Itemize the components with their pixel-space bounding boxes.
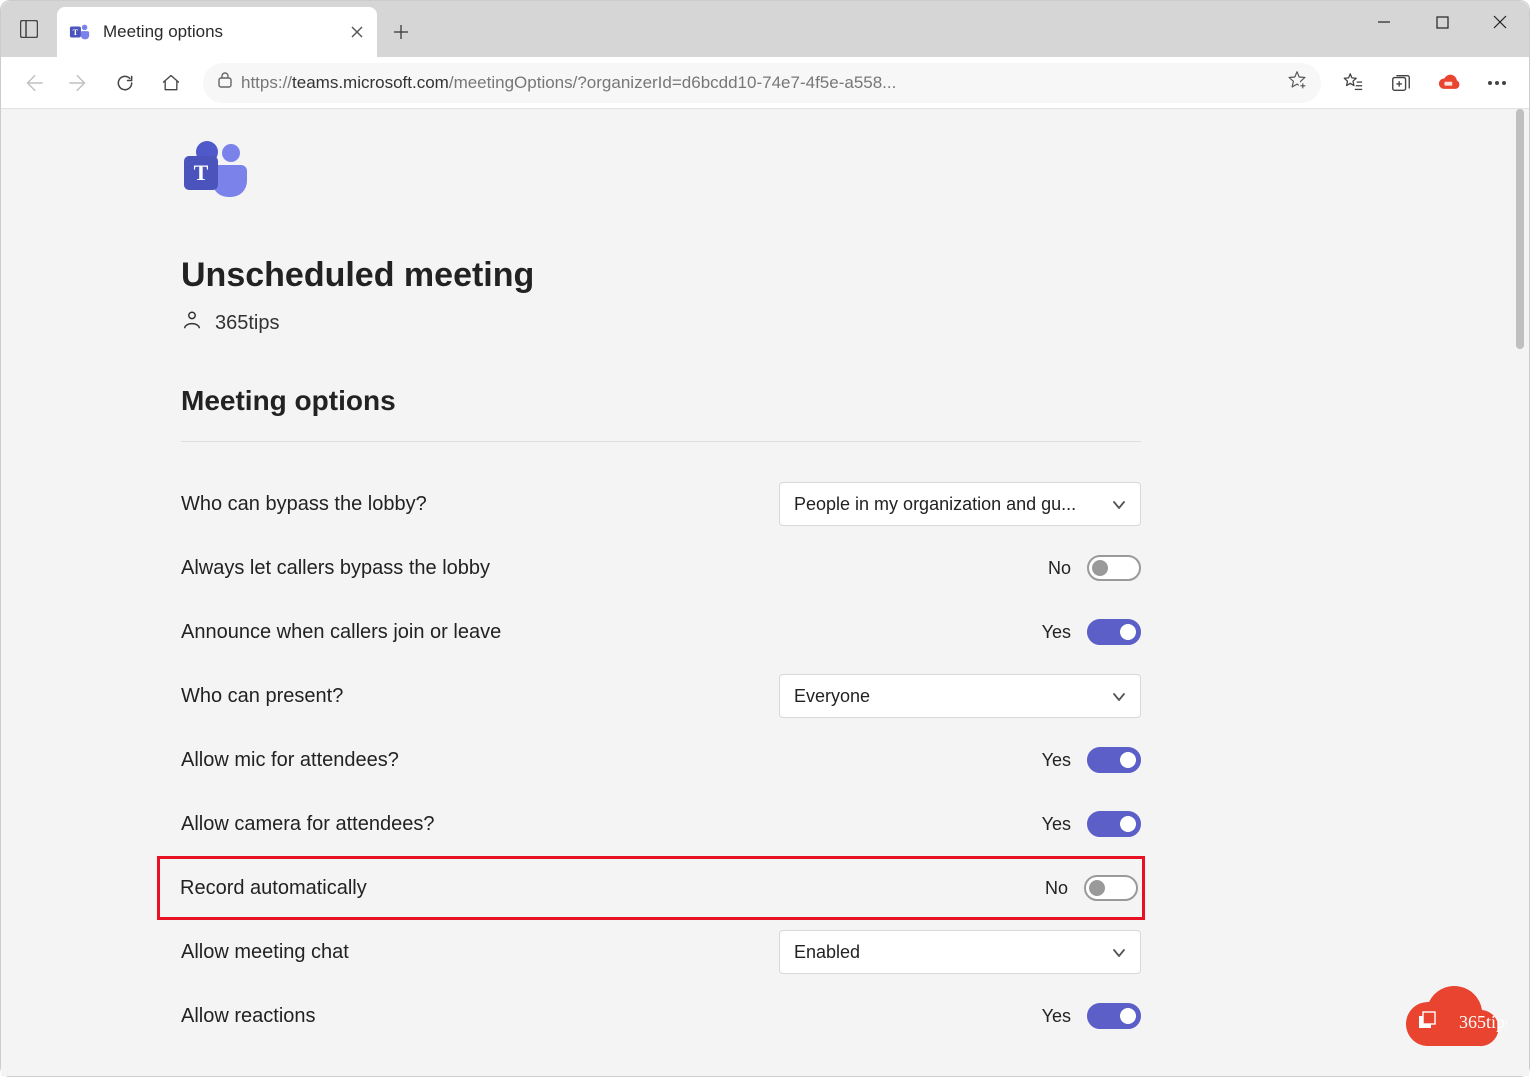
dropdown-meeting-chat[interactable]: Enabled [779, 930, 1141, 974]
close-icon [351, 26, 363, 38]
chevron-down-icon [1112, 494, 1126, 515]
cloud-365-icon [1436, 74, 1462, 92]
toggle-state-label: Yes [1042, 814, 1071, 835]
dropdown-value: People in my organization and gu... [794, 494, 1076, 515]
address-bar: https://teams.microsoft.com/meetingOptio… [1, 57, 1529, 109]
option-reactions: Allow reactions Yes [181, 984, 1141, 1048]
collections-button[interactable] [1379, 61, 1423, 105]
profile-365tips-button[interactable] [1427, 61, 1471, 105]
label-callers-bypass: Always let callers bypass the lobby [181, 557, 490, 580]
teams-favicon: T [69, 21, 91, 43]
organizer-name: 365tips [215, 312, 280, 335]
option-allow-mic: Allow mic for attendees? Yes [181, 728, 1141, 792]
meeting-title: Unscheduled meeting [181, 256, 1141, 295]
dropdown-who-present[interactable]: Everyone [779, 674, 1141, 718]
plus-icon [393, 24, 409, 40]
back-button[interactable] [11, 61, 55, 105]
section-title: Meeting options [181, 385, 1141, 417]
refresh-button[interactable] [103, 61, 147, 105]
label-allow-mic: Allow mic for attendees? [181, 749, 399, 772]
close-icon [1493, 15, 1507, 29]
option-record-automatically: Record automatically No [157, 856, 1145, 920]
star-plus-icon [1287, 70, 1307, 90]
toggle-state-label: Yes [1042, 622, 1071, 643]
toggle-state-label: No [1048, 558, 1071, 579]
toggle-callers-bypass[interactable] [1087, 555, 1141, 581]
window-controls [1355, 1, 1529, 43]
maximize-button[interactable] [1413, 1, 1471, 43]
dropdown-value: Everyone [794, 686, 870, 707]
svg-text:T: T [194, 160, 209, 185]
option-bypass-lobby: Who can bypass the lobby? People in my o… [181, 472, 1141, 536]
url-text: https://teams.microsoft.com/meetingOptio… [241, 73, 1279, 93]
toggle-record-auto[interactable] [1084, 875, 1138, 901]
arrow-right-icon [68, 72, 90, 94]
label-meeting-chat: Allow meeting chat [181, 941, 349, 964]
option-callers-bypass: Always let callers bypass the lobby No [181, 536, 1141, 600]
refresh-icon [115, 73, 135, 93]
organizer-row: 365tips [181, 309, 1141, 337]
favorite-button[interactable] [1287, 70, 1307, 95]
toggle-allow-camera[interactable] [1087, 811, 1141, 837]
arrow-left-icon [22, 72, 44, 94]
scrollbar-thumb[interactable] [1516, 109, 1524, 349]
toolbar-right [1331, 61, 1519, 105]
titlebar: T Meeting options [1, 1, 1529, 57]
chevron-down-icon [1112, 942, 1126, 963]
page-content: T Unscheduled meeting 365tips Meeting op… [1, 109, 1529, 1076]
new-tab-button[interactable] [377, 7, 425, 57]
url-box[interactable]: https://teams.microsoft.com/meetingOptio… [203, 63, 1321, 103]
option-announce: Announce when callers join or leave Yes [181, 600, 1141, 664]
tab-title: Meeting options [103, 22, 223, 42]
teams-logo: T [181, 139, 1141, 210]
label-record-auto: Record automatically [160, 877, 367, 900]
minimize-button[interactable] [1355, 1, 1413, 43]
tab-actions-button[interactable] [1, 1, 57, 57]
tab-close-button[interactable] [349, 24, 365, 40]
label-allow-camera: Allow camera for attendees? [181, 813, 434, 836]
browser-tab[interactable]: T Meeting options [57, 7, 377, 57]
home-icon [161, 73, 181, 93]
svg-text:365tips: 365tips [1459, 1012, 1507, 1032]
chevron-down-icon [1112, 686, 1126, 707]
option-who-present: Who can present? Everyone [181, 664, 1141, 728]
lock-icon [217, 71, 233, 94]
close-window-button[interactable] [1471, 1, 1529, 43]
toggle-state-label: No [1045, 878, 1068, 899]
person-icon [181, 309, 203, 337]
option-allow-camera: Allow camera for attendees? Yes [181, 792, 1141, 856]
favorites-button[interactable] [1331, 61, 1375, 105]
svg-text:T: T [73, 28, 79, 37]
label-reactions: Allow reactions [181, 1005, 316, 1028]
label-bypass-lobby: Who can bypass the lobby? [181, 493, 427, 516]
collections-icon [1390, 72, 1412, 94]
scrollbar[interactable] [1513, 109, 1527, 1076]
divider [181, 441, 1141, 442]
toggle-reactions[interactable] [1087, 1003, 1141, 1029]
forward-button[interactable] [57, 61, 101, 105]
option-meeting-chat: Allow meeting chat Enabled [181, 920, 1141, 984]
dropdown-value: Enabled [794, 942, 860, 963]
toggle-allow-mic[interactable] [1087, 747, 1141, 773]
dropdown-bypass-lobby[interactable]: People in my organization and gu... [779, 482, 1141, 526]
minimize-icon [1377, 15, 1391, 29]
more-button[interactable] [1475, 61, 1519, 105]
maximize-icon [1436, 16, 1449, 29]
star-lines-icon [1342, 72, 1364, 94]
tab-actions-icon [20, 20, 38, 38]
label-who-present: Who can present? [181, 685, 343, 708]
label-announce: Announce when callers join or leave [181, 621, 501, 644]
ellipsis-icon [1487, 80, 1507, 86]
home-button[interactable] [149, 61, 193, 105]
toggle-state-label: Yes [1042, 1006, 1071, 1027]
badge-365tips: 365tips [1397, 982, 1507, 1054]
meeting-options-page: T Unscheduled meeting 365tips Meeting op… [1, 109, 1141, 1048]
toggle-announce[interactable] [1087, 619, 1141, 645]
toggle-state-label: Yes [1042, 750, 1071, 771]
